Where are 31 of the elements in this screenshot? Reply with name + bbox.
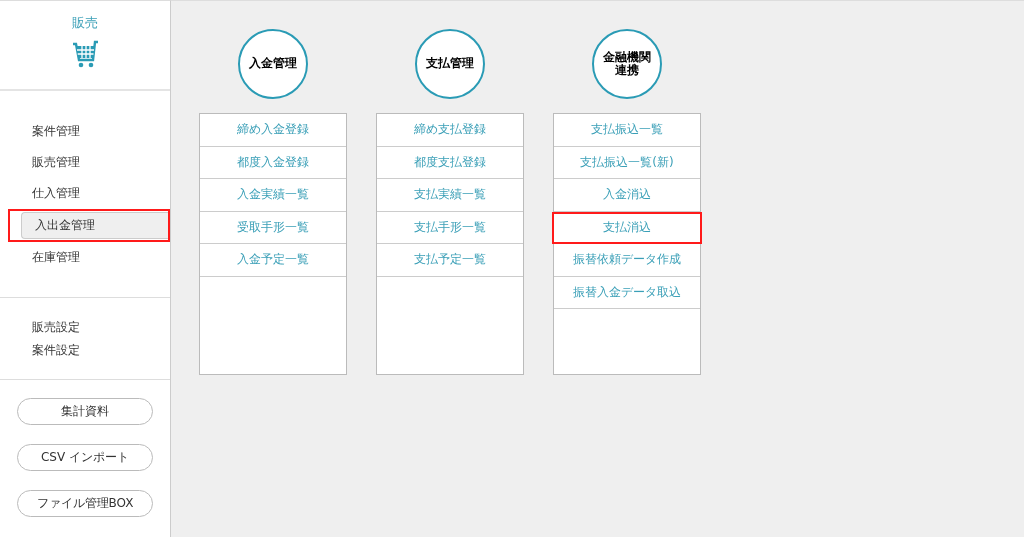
menu-item[interactable]: 振替入金データ取込 [554,276,700,309]
menu-item[interactable]: 振替依頼データ作成 [554,244,700,277]
nav-item[interactable]: 案件設定 [10,342,170,359]
category-title: 連携 [615,64,639,78]
nav-item[interactable]: 仕入管理 [10,181,170,206]
category-title: 入金管理 [249,57,297,71]
nav-item[interactable]: 販売管理 [10,150,170,175]
nav-item[interactable]: 在庫管理 [10,245,170,270]
menu-item[interactable]: 締め入金登録 [200,114,346,147]
sidebar-button[interactable]: CSV インポート [17,444,153,471]
menu-item[interactable]: 入金消込 [554,179,700,212]
category-title: 支払管理 [426,57,474,71]
menu-item[interactable]: 支払実績一覧 [377,179,523,212]
category-title: 金融機関 [603,50,651,64]
nav-item[interactable]: 入出金管理 [21,212,168,239]
sidebar-title: 販売 [72,14,98,32]
menu-item[interactable]: 支払振込一覧 [554,114,700,147]
menu-item[interactable]: 支払手形一覧 [377,211,523,244]
menu-item[interactable]: 受取手形一覧 [200,211,346,244]
menu-item[interactable]: 都度入金登録 [200,146,346,179]
nav-item[interactable]: 販売設定 [10,319,170,336]
menu-item[interactable]: 支払予定一覧 [377,244,523,277]
menu-item[interactable]: 入金予定一覧 [200,244,346,277]
menu-item[interactable]: 入金実績一覧 [200,179,346,212]
menu-item[interactable]: 支払消込 [552,211,702,244]
sidebar-button[interactable]: 集計資料 [17,398,153,425]
menu-item[interactable]: 締め支払登録 [377,114,523,147]
sidebar-button[interactable]: ファイル管理BOX [17,490,153,517]
menu-item[interactable]: 支払振込一覧(新) [554,146,700,179]
menu-item[interactable]: 都度支払登録 [377,146,523,179]
nav-item[interactable]: 案件管理 [10,119,170,144]
